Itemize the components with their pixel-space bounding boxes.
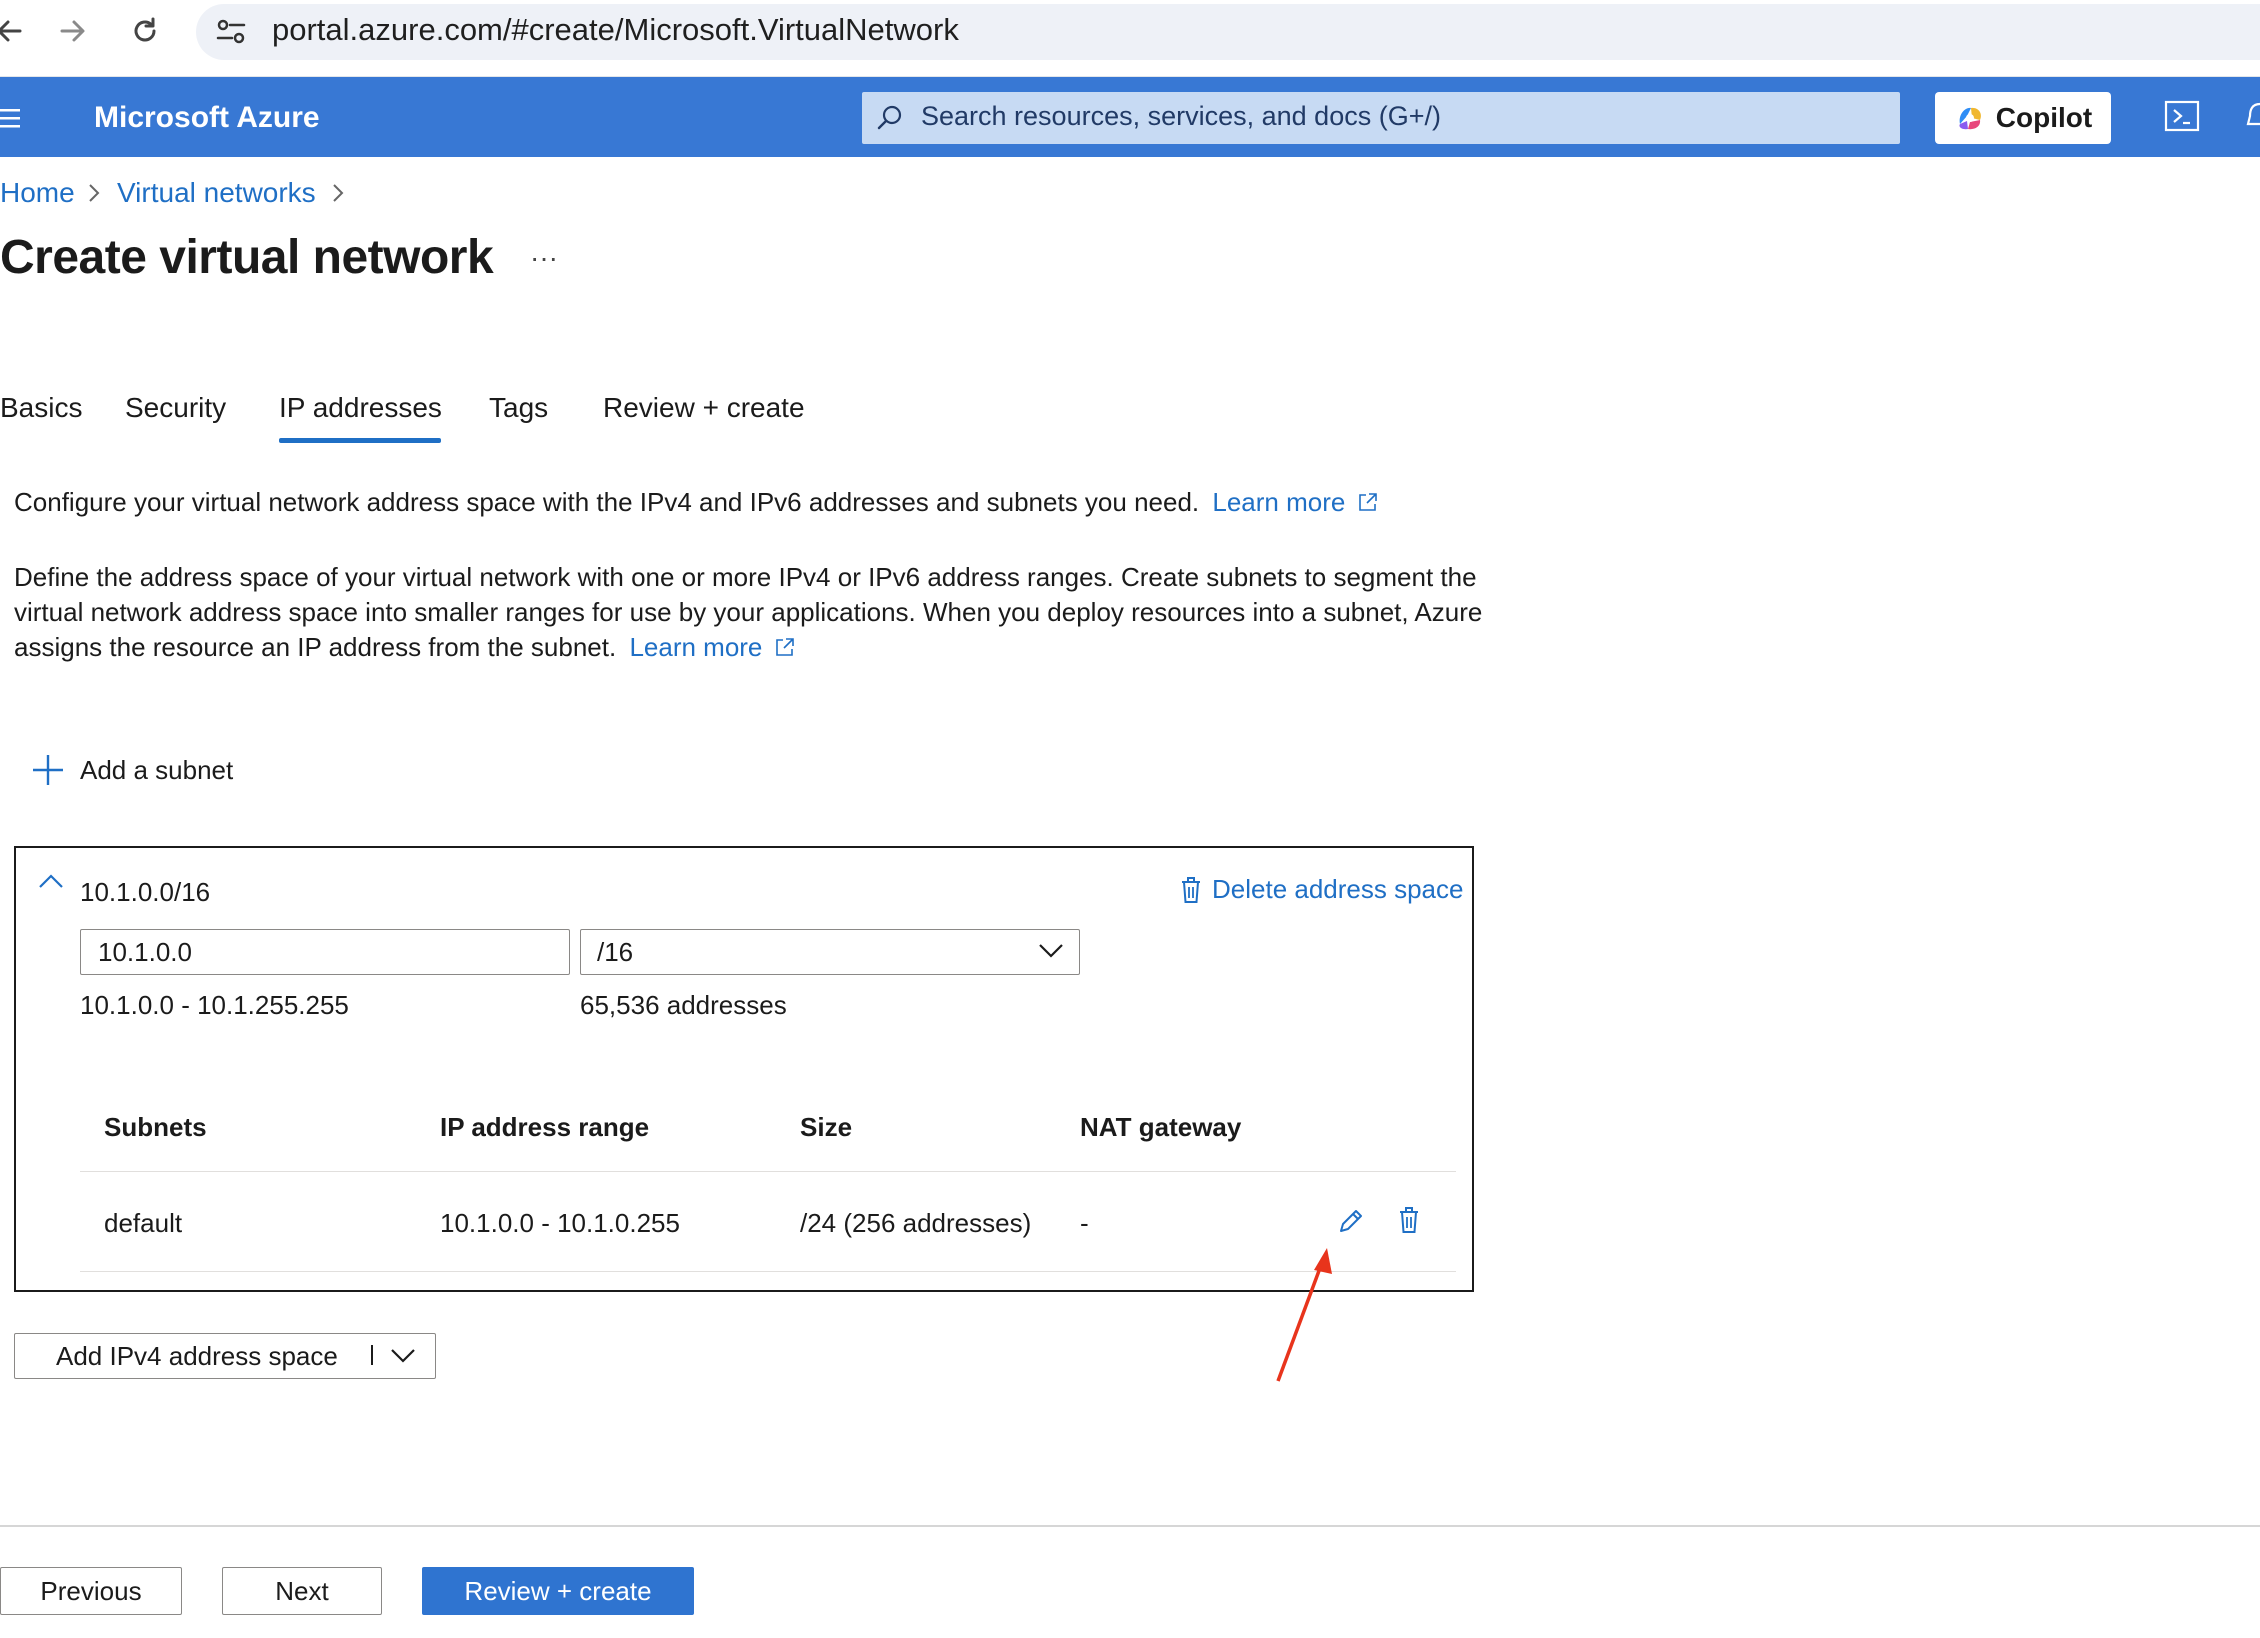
- table-divider: [80, 1171, 1456, 1172]
- description-line: virtual network address space into small…: [14, 597, 1483, 627]
- prefix-dropdown[interactable]: [580, 929, 1080, 975]
- search-icon: [876, 104, 904, 137]
- external-link-icon: [775, 638, 794, 656]
- add-subnet-button[interactable]: Add a subnet: [30, 752, 233, 788]
- add-ipv4-dropdown-toggle[interactable]: [390, 1346, 416, 1369]
- learn-more-link[interactable]: Learn more: [629, 632, 762, 662]
- portal-brand[interactable]: Microsoft Azure: [94, 101, 320, 135]
- breadcrumb-virtual-networks[interactable]: Virtual networks: [117, 177, 316, 209]
- description-last-line: assigns the resource an IP address from …: [14, 630, 1482, 665]
- trash-icon: [1182, 876, 1200, 903]
- delete-address-space-label: Delete address space: [1212, 874, 1464, 904]
- cloud-shell-icon: [2164, 100, 2200, 132]
- external-link-icon: [1358, 493, 1377, 511]
- chevron-down-icon: [1038, 941, 1064, 964]
- hamburger-menu-icon: [0, 109, 20, 128]
- chevron-right-icon: [86, 180, 102, 211]
- description-line: assigns the resource an IP address from …: [14, 632, 617, 662]
- copilot-icon: [1959, 107, 1981, 130]
- back-button[interactable]: [0, 8, 32, 54]
- intro-paragraph: Configure your virtual network address s…: [14, 485, 1379, 520]
- address-space-panel: [14, 846, 1474, 1292]
- footer-divider: [0, 1525, 2260, 1527]
- forward-button[interactable]: [50, 8, 96, 54]
- annotation-arrow-icon: [1276, 1248, 1332, 1382]
- tune-icon: [216, 19, 246, 44]
- bell-icon: [2246, 102, 2260, 126]
- previous-button[interactable]: Previous: [0, 1567, 182, 1615]
- notifications-button[interactable]: [2246, 100, 2260, 137]
- subnet-size: /24 (256 addresses): [800, 1208, 1032, 1238]
- prefix-value[interactable]: /16: [597, 937, 633, 968]
- column-header-size: Size: [800, 1112, 853, 1142]
- copilot-label: Copilot: [1995, 102, 2093, 133]
- collapse-button[interactable]: [38, 872, 64, 897]
- column-header-subnets: Subnets: [104, 1112, 207, 1142]
- chevron-right-icon: [330, 180, 346, 211]
- address-count-text: 65,536 addresses: [580, 990, 787, 1020]
- column-header-nat-gateway: NAT gateway: [1080, 1112, 1242, 1142]
- tab-security[interactable]: Security: [125, 392, 226, 424]
- plus-icon: [33, 755, 63, 785]
- reload-button[interactable]: [122, 8, 168, 54]
- reload-icon: [134, 17, 156, 42]
- address-space-description: Define the address space of your virtual…: [14, 560, 1482, 665]
- table-divider: [80, 1271, 1456, 1272]
- delete-address-space-button[interactable]: Delete address space: [1180, 874, 1463, 905]
- url-text[interactable]: portal.azure.com/#create/Microsoft.Virtu…: [272, 12, 959, 48]
- tab-basics[interactable]: Basics: [0, 392, 82, 424]
- tab-tags[interactable]: Tags: [489, 392, 548, 424]
- breadcrumb-home[interactable]: Home: [0, 177, 75, 209]
- review-create-button[interactable]: Review + create: [422, 1567, 694, 1615]
- next-button[interactable]: Next: [222, 1567, 382, 1615]
- tab-ip-addresses[interactable]: IP addresses: [279, 392, 442, 424]
- chevron-up-icon: [39, 874, 63, 888]
- trash-icon: [1400, 1207, 1418, 1233]
- add-subnet-label: Add a subnet: [80, 754, 234, 785]
- address-space-header: 10.1.0.0/16: [80, 877, 211, 907]
- active-tab-indicator: [279, 438, 441, 443]
- subnet-name-link[interactable]: default: [104, 1208, 182, 1239]
- cloud-shell-button[interactable]: [2164, 100, 2200, 137]
- subnet-nat-gateway: -: [1080, 1208, 1089, 1238]
- description-line: Define the address space of your virtual…: [14, 562, 1477, 592]
- more-options-button[interactable]: ···: [530, 242, 558, 274]
- subnet-ip-range: 10.1.0.0 - 10.1.0.255: [440, 1208, 680, 1238]
- intro-text: Configure your virtual network address s…: [14, 487, 1200, 517]
- tab-review-create[interactable]: Review + create: [603, 392, 805, 424]
- column-header-ip-range: IP address range: [440, 1112, 650, 1142]
- search-placeholder[interactable]: Search resources, services, and docs (G+…: [921, 101, 1441, 132]
- address-range-text: 10.1.0.0 - 10.1.255.255: [80, 990, 349, 1020]
- edit-subnet-button[interactable]: [1336, 1206, 1366, 1241]
- split-divider: [371, 1345, 373, 1365]
- learn-more-link[interactable]: Learn more: [1212, 487, 1345, 517]
- chevron-down-icon: [391, 1349, 415, 1363]
- copilot-button[interactable]: Copilot: [1935, 92, 2111, 144]
- add-ipv4-label[interactable]: Add IPv4 address space: [56, 1341, 338, 1372]
- address-value[interactable]: 10.1.0.0: [98, 937, 192, 968]
- delete-subnet-button[interactable]: [1398, 1206, 1420, 1239]
- arrow-right-icon: [60, 20, 85, 42]
- arrow-left-icon: [0, 20, 22, 42]
- site-settings-button[interactable]: [214, 14, 248, 53]
- menu-button[interactable]: [0, 106, 24, 135]
- pencil-icon: [1340, 1210, 1362, 1232]
- page-title: Create virtual network: [0, 231, 494, 284]
